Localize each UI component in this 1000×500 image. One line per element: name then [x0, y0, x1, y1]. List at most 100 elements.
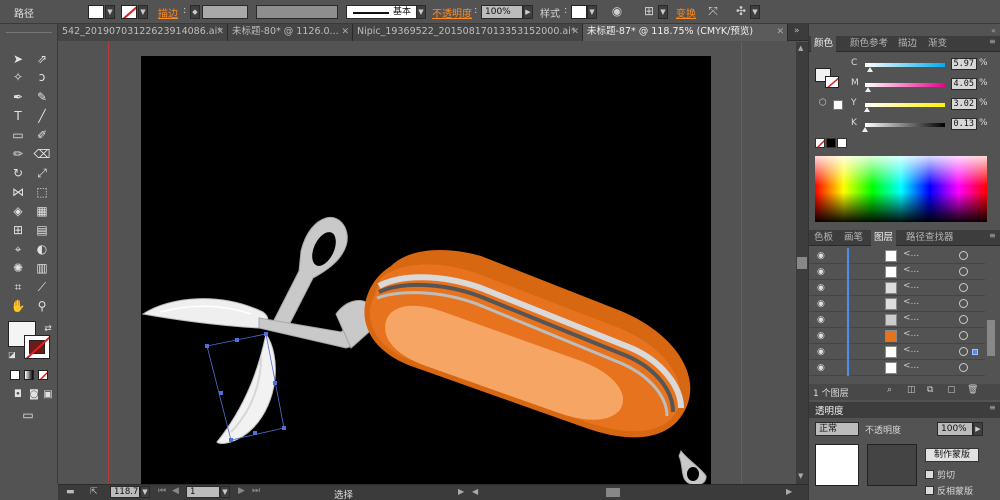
- new-sublayer-icon[interactable]: ⧉: [927, 385, 933, 395]
- stroke-link[interactable]: 描边: [158, 5, 178, 20]
- clipping-mask-icon[interactable]: ◫: [907, 385, 916, 395]
- stroke-swatch[interactable]: [121, 5, 137, 19]
- target-circle-icon[interactable]: [959, 331, 968, 340]
- slider-thumb-m[interactable]: [865, 87, 872, 92]
- layer-row[interactable]: ◉ <...: [809, 312, 985, 328]
- swap-fill-stroke-icon[interactable]: ⇄: [38, 320, 58, 338]
- transform-each-icon[interactable]: ✣: [732, 3, 750, 19]
- type-tool-icon[interactable]: T: [8, 107, 28, 125]
- tab-pathfinder[interactable]: 路径查找器: [903, 230, 957, 246]
- tab-color[interactable]: 颜色: [811, 36, 837, 52]
- style-swatch[interactable]: [571, 5, 587, 19]
- transparency-opacity-field[interactable]: 100%: [937, 422, 973, 436]
- layer-row[interactable]: ◉ <...: [809, 280, 985, 296]
- invert-mask-checkbox[interactable]: [925, 486, 934, 495]
- slider-track-c[interactable]: [865, 63, 945, 67]
- slider-value-k[interactable]: 0.13: [951, 118, 977, 130]
- zoom-dropdown[interactable]: ▼: [140, 486, 150, 498]
- width-tool-icon[interactable]: ⋈: [8, 183, 28, 201]
- color-mode-icon[interactable]: [10, 370, 20, 380]
- slider-value-y[interactable]: 3.02: [951, 98, 977, 110]
- scroll-down-icon[interactable]: ▼: [798, 472, 803, 480]
- column-graph-tool-icon[interactable]: ▥: [32, 259, 52, 277]
- stroke-weight-field[interactable]: [202, 5, 248, 19]
- eyedropper-tool-icon[interactable]: ⌖: [8, 240, 28, 258]
- tab-brushes[interactable]: 画笔: [841, 230, 866, 246]
- layer-row[interactable]: ◉ <...: [809, 296, 985, 312]
- slider-value-c[interactable]: 5.97: [951, 58, 977, 70]
- selection-tool-icon[interactable]: ➤: [8, 50, 28, 68]
- pocket-knife[interactable]: [364, 250, 707, 484]
- visibility-eye-icon[interactable]: ◉: [817, 363, 825, 373]
- paintbrush-tool-icon[interactable]: ✐: [32, 126, 52, 144]
- collapse-panels-icon[interactable]: «: [991, 26, 996, 35]
- target-circle-icon[interactable]: [959, 299, 968, 308]
- close-icon[interactable]: ✕: [216, 24, 224, 40]
- rectangle-tool-icon[interactable]: ▭: [8, 126, 28, 144]
- prev-artboard-icon[interactable]: ◀: [172, 486, 179, 496]
- visibility-eye-icon[interactable]: ◉: [817, 347, 825, 357]
- locate-object-icon[interactable]: ⌕: [887, 385, 892, 395]
- artboard-number-field[interactable]: 1: [186, 486, 220, 498]
- target-circle-icon[interactable]: [959, 267, 968, 276]
- next-artboard-icon[interactable]: ▶: [238, 486, 245, 496]
- clip-checkbox[interactable]: [925, 470, 934, 479]
- scroll-up-icon[interactable]: ▲: [798, 44, 803, 52]
- free-transform-tool-icon[interactable]: ⬚: [32, 183, 52, 201]
- artboard-dropdown[interactable]: ▼: [220, 486, 230, 498]
- eraser-tool-icon[interactable]: ⌫: [32, 145, 52, 163]
- slider-thumb-c[interactable]: [866, 67, 873, 72]
- gradient-tool-icon[interactable]: ▤: [32, 221, 52, 239]
- layer-row[interactable]: ◉ <...: [809, 264, 985, 280]
- scale-tool-icon[interactable]: ⤢: [32, 164, 52, 182]
- magic-wand-tool-icon[interactable]: ✧: [8, 68, 28, 86]
- panel-stroke-box[interactable]: [825, 76, 839, 88]
- gradient-mode-icon[interactable]: [24, 370, 34, 380]
- visibility-eye-icon[interactable]: ◉: [817, 267, 825, 277]
- horizontal-scroll-thumb[interactable]: [606, 488, 620, 497]
- tab-gradient[interactable]: 渐变: [925, 36, 950, 52]
- panel-menu-icon[interactable]: ≡: [989, 231, 996, 240]
- target-circle-icon[interactable]: [959, 251, 968, 260]
- gpu-icon[interactable]: ▬: [66, 487, 75, 497]
- align-grid-icon[interactable]: ⊞: [640, 3, 658, 19]
- status-menu-icon[interactable]: ▶: [458, 487, 464, 496]
- lasso-tool-icon[interactable]: ↄ: [32, 68, 52, 86]
- blend-tool-icon[interactable]: ◐: [32, 240, 52, 258]
- shape-builder-tool-icon[interactable]: ◈: [8, 202, 28, 220]
- hand-tool-icon[interactable]: ✋: [8, 297, 28, 315]
- color-spectrum[interactable]: [815, 156, 987, 222]
- close-icon[interactable]: ✕: [341, 24, 349, 40]
- screen-mode-icon[interactable]: ▭: [18, 406, 38, 424]
- line-tool-icon[interactable]: ╱: [32, 107, 52, 125]
- slider-track-m[interactable]: [865, 83, 945, 87]
- make-mask-button[interactable]: 制作蒙版: [925, 448, 979, 462]
- fill-dropdown[interactable]: ▼: [105, 5, 115, 19]
- tab-layers[interactable]: 图层: [871, 230, 897, 246]
- zoom-field[interactable]: 118.75: [110, 486, 144, 498]
- export-icon[interactable]: ⇱: [90, 487, 98, 497]
- direct-selection-tool-icon[interactable]: ⇗: [32, 50, 52, 68]
- delete-layer-icon[interactable]: 🗑: [967, 385, 978, 395]
- object-thumbnail[interactable]: [815, 444, 859, 486]
- variable-width-profile[interactable]: [256, 5, 338, 19]
- opacity-dropdown[interactable]: ▶: [523, 5, 533, 19]
- transform-link[interactable]: 变换: [676, 5, 696, 20]
- slider-value-m[interactable]: 4.05: [951, 78, 977, 90]
- visibility-eye-icon[interactable]: ◉: [817, 251, 825, 261]
- target-circle-icon[interactable]: [959, 363, 968, 372]
- scroll-left-icon[interactable]: ◀: [472, 487, 478, 496]
- layer-row[interactable]: ◉ <...: [809, 328, 985, 344]
- target-circle-icon[interactable]: [959, 347, 968, 356]
- tab-stroke[interactable]: 描边: [895, 36, 920, 52]
- transparency-title[interactable]: 透明度: [815, 403, 844, 417]
- tabs-overflow-icon[interactable]: »: [794, 26, 800, 36]
- zoom-tool-icon[interactable]: ⚲: [32, 297, 52, 315]
- slider-thumb-k[interactable]: [862, 127, 868, 132]
- visibility-eye-icon[interactable]: ◉: [817, 331, 825, 341]
- align-dropdown[interactable]: ▼: [658, 5, 668, 19]
- visibility-eye-icon[interactable]: ◉: [817, 283, 825, 293]
- target-circle-icon[interactable]: [959, 283, 968, 292]
- new-layer-icon[interactable]: ▢: [947, 385, 956, 395]
- style-dropdown[interactable]: ▼: [587, 5, 597, 19]
